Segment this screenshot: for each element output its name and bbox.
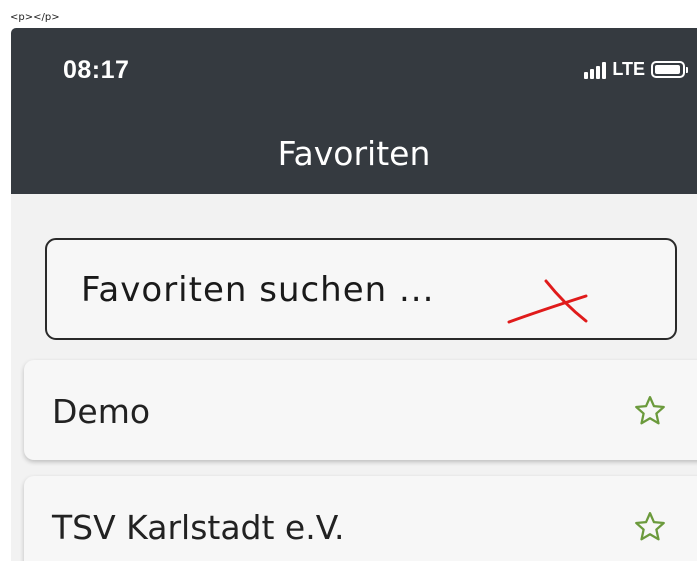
page-title: Favoriten [277,134,431,173]
network-label: LTE [612,59,645,79]
app-header: 08:17 LTE Favoriten [11,28,697,194]
search-placeholder: Favoriten suchen ... [81,270,435,310]
favorite-item[interactable]: Demo [24,360,697,460]
favorite-name: Demo [52,392,151,431]
annotation-cross-mark [507,279,588,324]
status-indicators: LTE [584,59,688,80]
page-caption: <p></p> [10,12,60,23]
favorite-item[interactable]: TSV Karlstadt e.V. [24,476,697,561]
battery-icon [651,61,688,78]
star-outline-icon[interactable] [633,510,667,544]
app-screen: 08:17 LTE Favoriten Favoriten suchen ...… [11,28,697,561]
favorite-name: TSV Karlstadt e.V. [52,508,345,547]
star-outline-icon[interactable] [633,394,667,428]
signal-icon [584,61,607,79]
status-time: 08:17 [63,56,130,84]
